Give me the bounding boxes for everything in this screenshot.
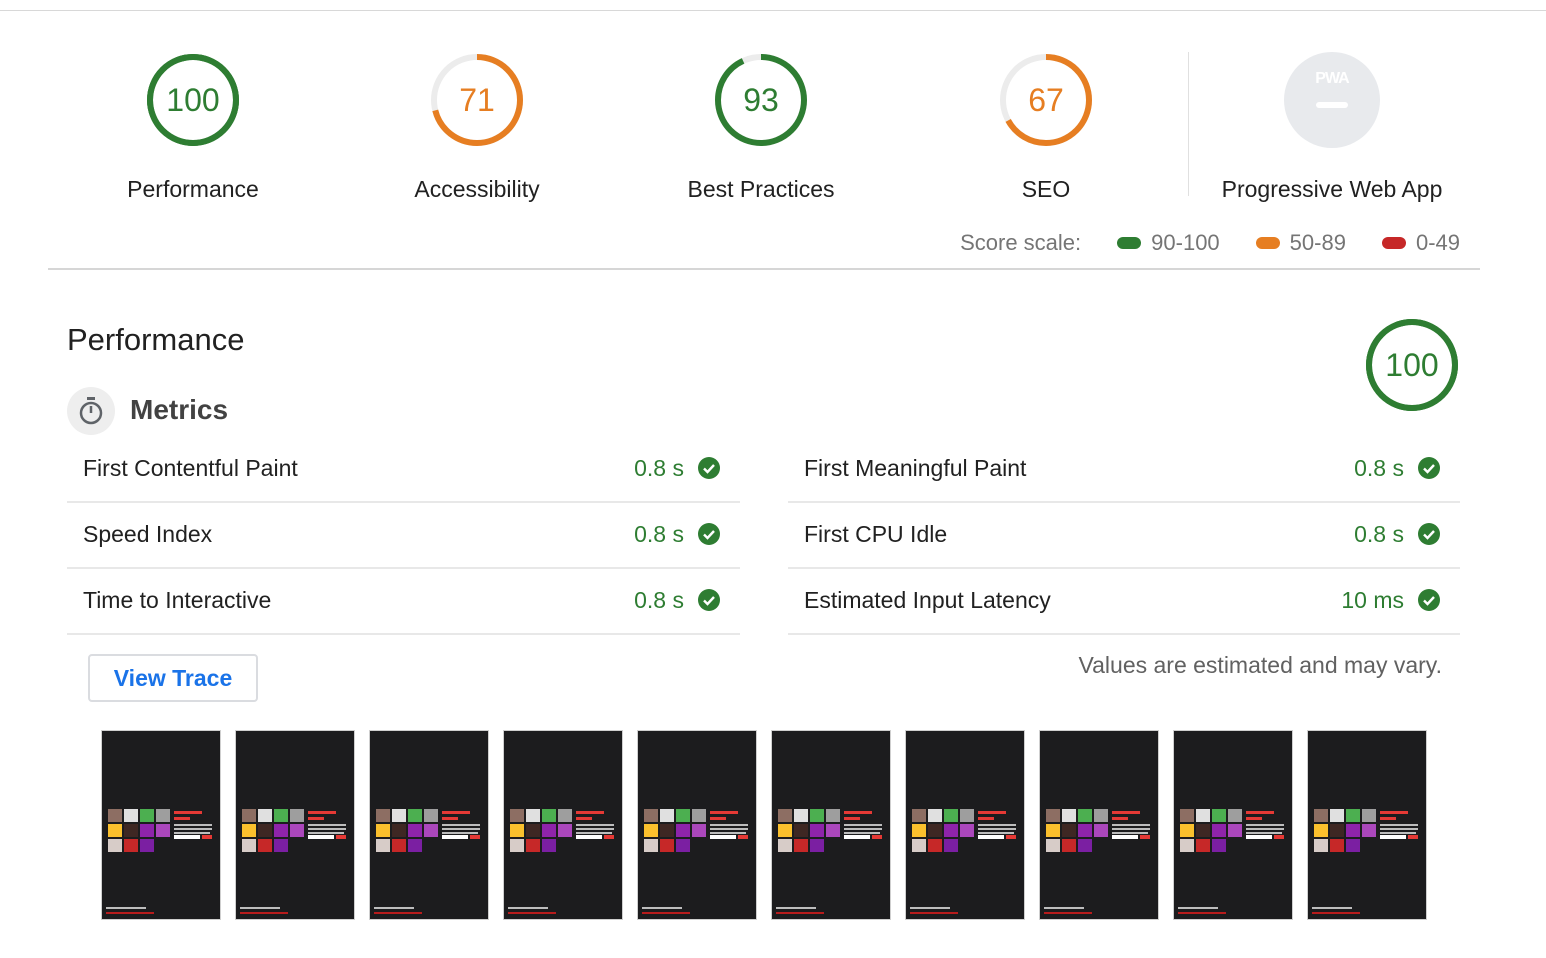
check-circle-icon xyxy=(698,457,720,479)
metric-value: 10 ms xyxy=(1341,586,1404,613)
metric-name: Speed Index xyxy=(83,520,213,547)
top-divider xyxy=(0,10,1546,11)
metric-row[interactable]: First CPU Idle 0.8 s xyxy=(788,501,1460,569)
gauge-ring: 93 xyxy=(715,54,807,146)
metric-value: 0.8 s xyxy=(634,454,684,481)
gauge-best-practices[interactable]: 93 Best Practices xyxy=(641,52,881,203)
filmstrip-frame xyxy=(771,730,891,920)
pwa-na-dash xyxy=(1316,102,1348,108)
filmstrip-frame xyxy=(1173,730,1293,920)
filmstrip-frame xyxy=(101,730,221,920)
metric-row[interactable]: Speed Index 0.8 s xyxy=(67,501,740,569)
gauge-seo[interactable]: 67 SEO xyxy=(926,52,1166,203)
gauge-label: Progressive Web App xyxy=(1221,176,1443,202)
gauge-label: SEO xyxy=(1021,176,1071,202)
gauge-score: 93 xyxy=(743,82,779,118)
score-scale-range: 50-89 xyxy=(1289,230,1346,255)
metric-value: 0.8 s xyxy=(1354,520,1404,547)
score-scale-average: 50-89 xyxy=(1255,230,1346,256)
gauge-ring: 100 xyxy=(1366,319,1458,411)
metric-name: Time to Interactive xyxy=(83,586,272,613)
metric-name: First Meaningful Paint xyxy=(804,454,1027,481)
estimate-note: Values are estimated and may vary. xyxy=(1078,652,1443,678)
filmstrip-frame xyxy=(369,730,489,920)
view-trace-button[interactable]: View Trace xyxy=(88,654,258,702)
fail-swatch xyxy=(1381,237,1406,249)
pass-swatch xyxy=(1117,237,1142,249)
check-circle-icon xyxy=(698,589,720,611)
gauge-score: 100 xyxy=(1385,347,1438,383)
gauge-ring: 71 xyxy=(431,54,523,146)
average-swatch xyxy=(1255,237,1280,249)
score-scale-range: 90-100 xyxy=(1151,230,1220,255)
filmstrip-frame xyxy=(1307,730,1427,920)
metric-name: Estimated Input Latency xyxy=(804,586,1051,613)
check-circle-icon xyxy=(1418,589,1440,611)
pwa-badge: PWA xyxy=(1284,52,1380,148)
check-circle-icon xyxy=(1418,523,1440,545)
gauge-ring: 100 xyxy=(147,54,239,146)
metrics-title: Metrics xyxy=(130,394,229,425)
score-scale-pass: 90-100 xyxy=(1117,230,1220,256)
metric-value: 0.8 s xyxy=(634,520,684,547)
filmstrip-frame xyxy=(503,730,623,920)
gauge-pwa[interactable]: PWA Progressive Web App xyxy=(1212,52,1452,203)
metric-row[interactable]: Time to Interactive 0.8 s xyxy=(67,567,740,635)
check-circle-icon xyxy=(1418,457,1440,479)
gauge-score: 100 xyxy=(166,82,219,118)
gauge-score: 71 xyxy=(459,82,495,118)
metric-value: 0.8 s xyxy=(1354,454,1404,481)
gauge-label: Best Practices xyxy=(687,176,835,202)
metric-row[interactable]: Estimated Input Latency 10 ms xyxy=(788,567,1460,635)
gauge-score: 67 xyxy=(1028,82,1064,118)
stopwatch-icon xyxy=(67,387,115,435)
filmstrip-frame xyxy=(637,730,757,920)
filmstrip-frame xyxy=(1039,730,1159,920)
pwa-separator xyxy=(1188,52,1189,196)
score-scale-fail: 0-49 xyxy=(1381,230,1460,256)
filmstrip-frame xyxy=(235,730,355,920)
performance-section-gauge: 100 xyxy=(1364,317,1460,418)
performance-section-title: Performance xyxy=(67,322,245,357)
metric-row[interactable]: First Contentful Paint 0.8 s xyxy=(67,435,740,503)
score-scale-range: 0-49 xyxy=(1415,230,1460,255)
gauge-performance[interactable]: 100 Performance xyxy=(73,52,313,203)
gauge-label: Performance xyxy=(127,176,259,202)
check-circle-icon xyxy=(698,523,720,545)
gauge-accessibility[interactable]: 71 Accessibility xyxy=(357,52,597,203)
metric-name: First CPU Idle xyxy=(804,520,948,547)
metric-name: First Contentful Paint xyxy=(83,454,298,481)
metric-row[interactable]: First Meaningful Paint 0.8 s xyxy=(788,435,1460,503)
gauge-ring: 67 xyxy=(1000,54,1092,146)
score-scale: Score scale: 90-100 50-89 0-49 xyxy=(960,230,1460,256)
section-divider xyxy=(48,268,1480,270)
gauge-label: Accessibility xyxy=(414,176,540,202)
score-scale-label: Score scale: xyxy=(960,230,1082,255)
metric-value: 0.8 s xyxy=(634,586,684,613)
pwa-badge-text: PWA xyxy=(1315,70,1349,87)
filmstrip-frame xyxy=(905,730,1025,920)
